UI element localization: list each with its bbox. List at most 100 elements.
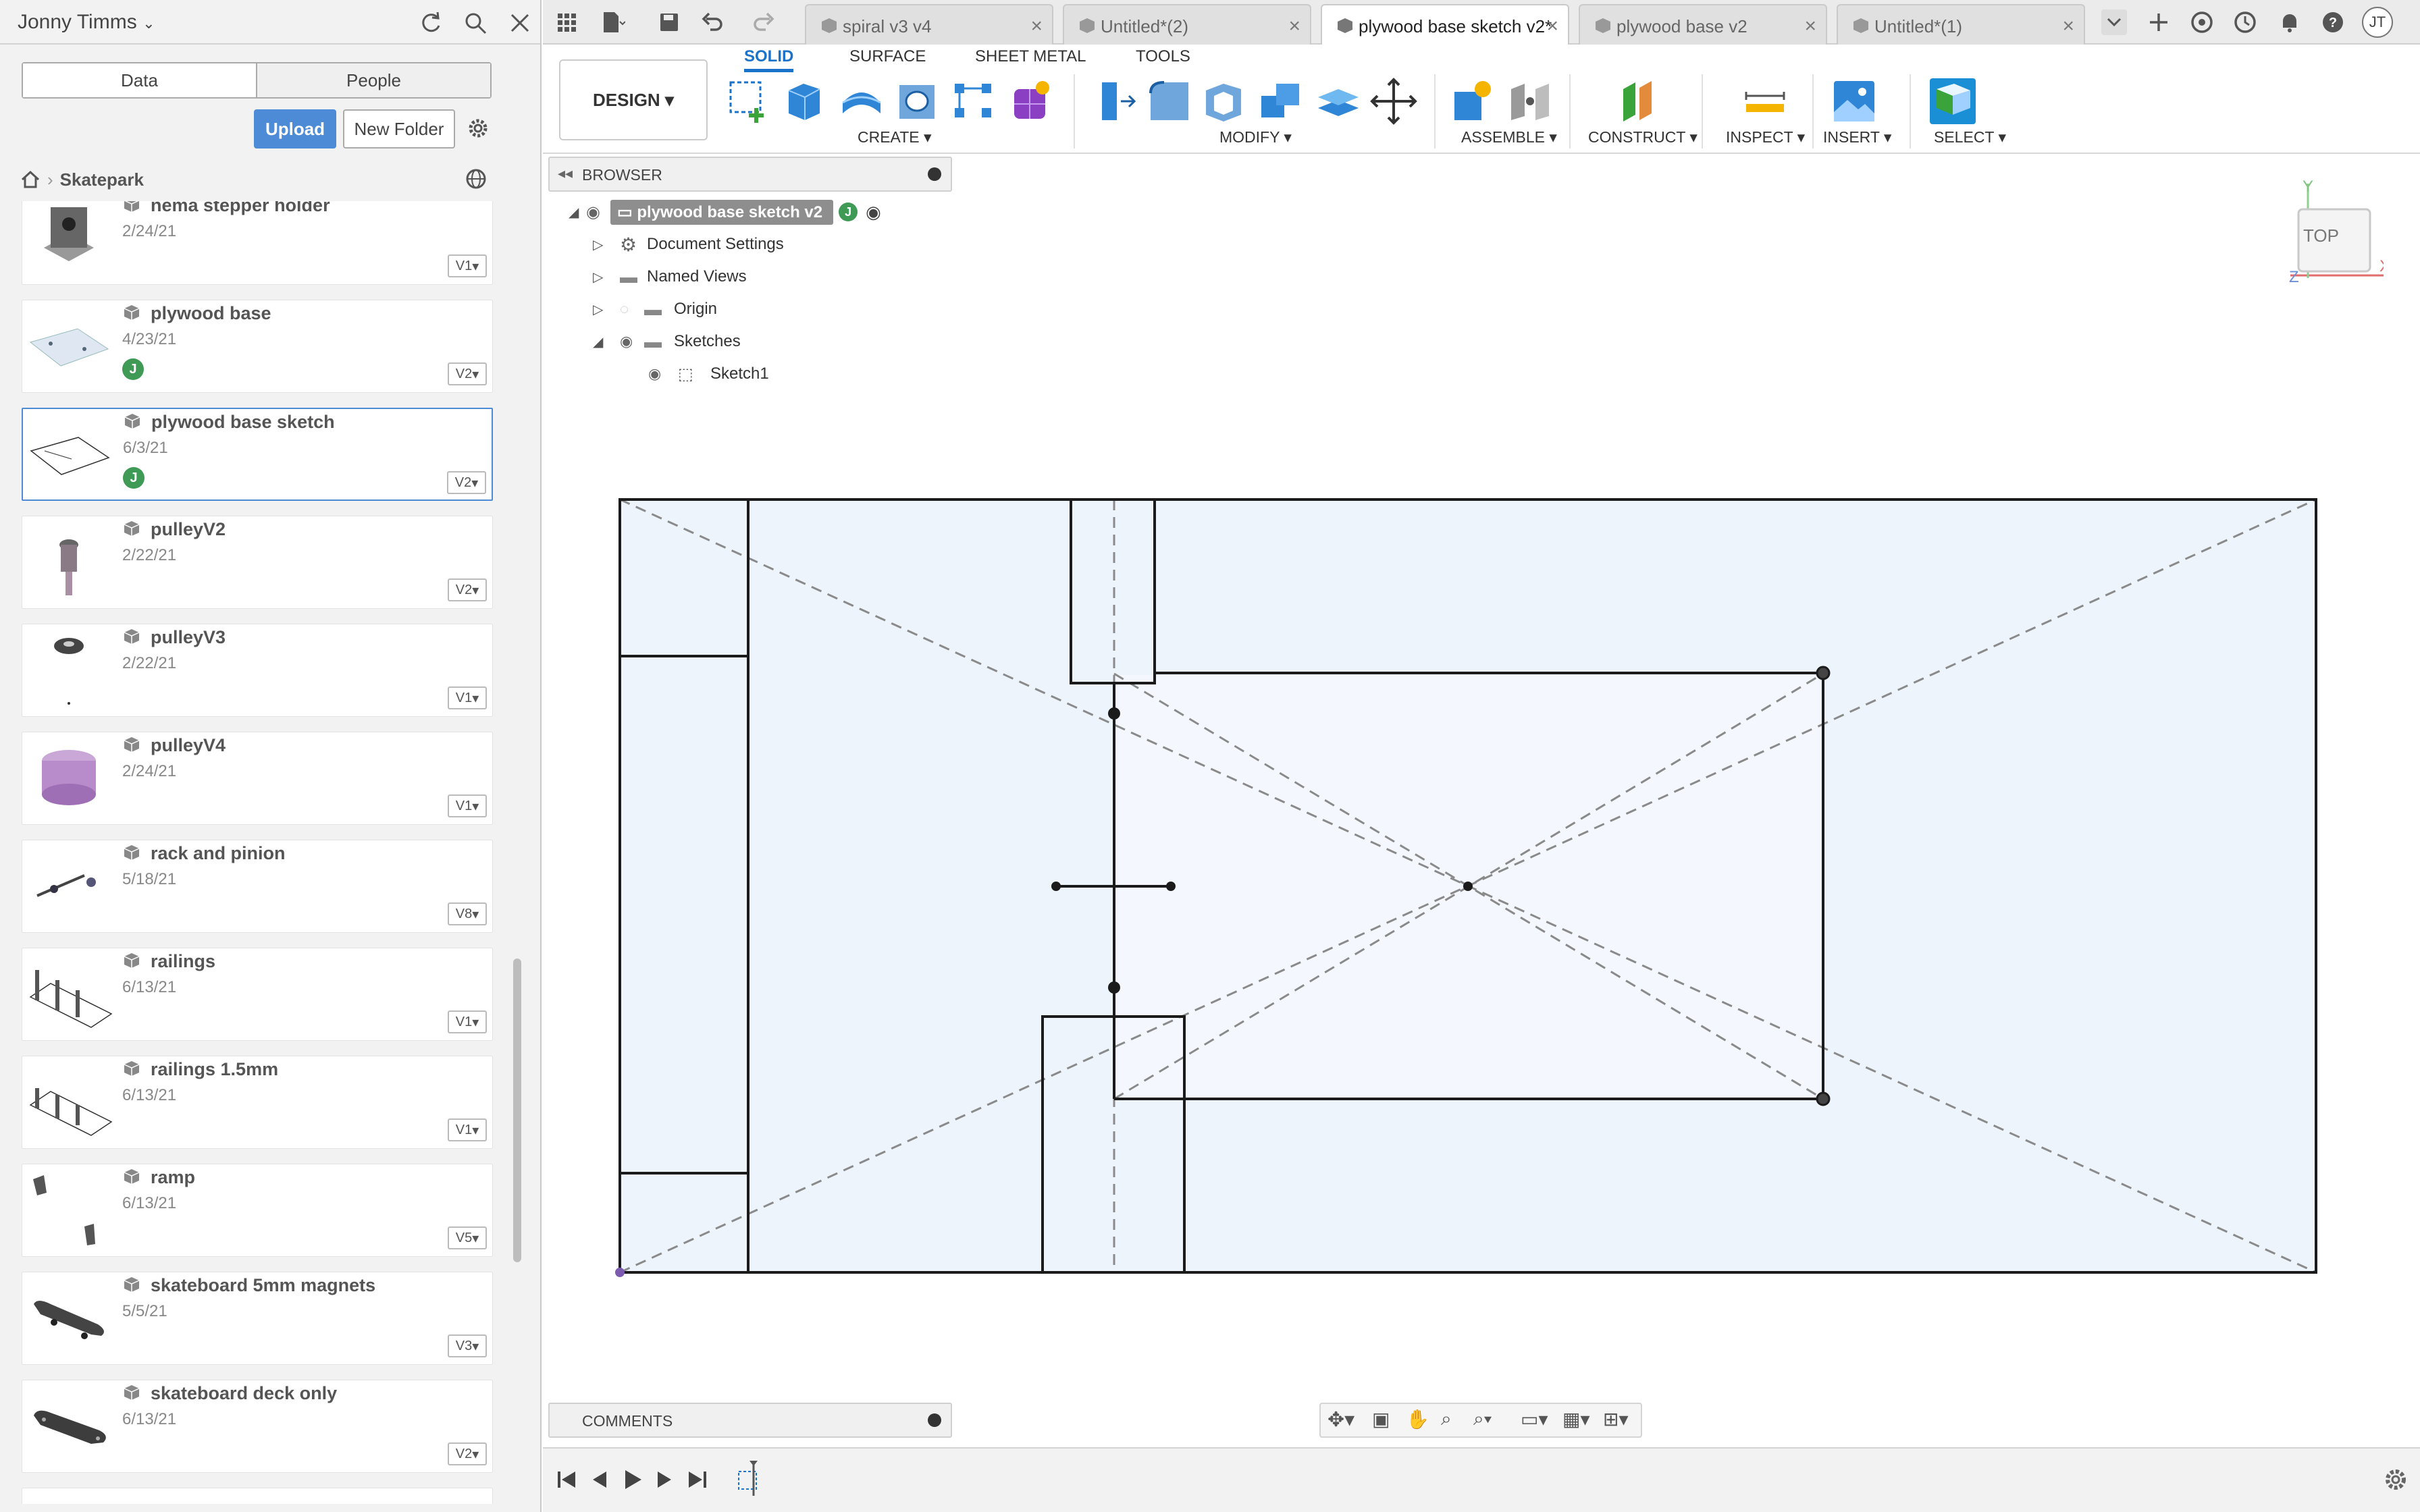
inspect-menu[interactable]: INSPECT ▾ xyxy=(1726,128,1805,146)
version-badge[interactable]: V2 ▾ xyxy=(448,578,487,601)
version-badge[interactable]: V1 ▾ xyxy=(448,794,487,817)
tree-root-row[interactable]: ◢ ◉ ▭ plywood base sketch v2 J ◉ xyxy=(569,197,881,227)
look-at-icon[interactable]: ▣ xyxy=(1372,1408,1390,1430)
globe-icon[interactable] xyxy=(465,167,488,190)
select-icon[interactable] xyxy=(1927,76,1978,127)
sketch-point[interactable] xyxy=(1816,666,1831,680)
tab-tools[interactable]: TOOLS xyxy=(1136,47,1190,66)
file-card[interactable]: skateboard 5mm magnets 5/5/21 V3 ▾ xyxy=(22,1272,493,1365)
version-badge[interactable]: V5 ▾ xyxy=(448,1226,487,1249)
press-pull-icon[interactable] xyxy=(1087,76,1138,127)
file-card[interactable]: nema stepper holder 2/24/21 V1 ▾ xyxy=(22,201,493,285)
tree-item-named-views[interactable]: ▷ ▬ Named Views xyxy=(593,262,747,292)
hole-icon[interactable] xyxy=(891,76,943,127)
new-tab-icon[interactable] xyxy=(2145,8,2173,36)
step-back-icon[interactable] xyxy=(586,1466,613,1493)
user-avatar[interactable]: JT xyxy=(2362,7,2393,38)
tree-item-sketch1[interactable]: ◉ ⬚ Sketch1 xyxy=(648,359,769,389)
extrude-icon[interactable] xyxy=(779,76,831,127)
create-menu[interactable]: CREATE ▾ xyxy=(858,128,932,146)
version-badge[interactable]: V1 ▾ xyxy=(448,254,487,277)
view-cube-label[interactable]: TOP xyxy=(2303,225,2339,246)
sketch-point[interactable] xyxy=(1166,882,1176,891)
expand-triangle-icon[interactable]: ▷ xyxy=(593,301,620,318)
design-canvas[interactable] xyxy=(543,155,2420,1451)
home-icon[interactable] xyxy=(20,169,41,190)
revolve-icon[interactable] xyxy=(836,76,887,127)
move-copy-icon[interactable] xyxy=(1368,76,1419,127)
create-sketch-icon[interactable] xyxy=(722,76,774,127)
sketch-point[interactable] xyxy=(1108,981,1120,994)
fit-icon[interactable]: ⌕▾ xyxy=(1473,1408,1492,1430)
construct-menu[interactable]: CONSTRUCT ▾ xyxy=(1588,128,1698,146)
rectangular-pattern-icon[interactable] xyxy=(948,76,999,127)
viewports-icon[interactable]: ⊞▾ xyxy=(1603,1408,1629,1430)
pan-icon[interactable]: ✋ xyxy=(1406,1408,1429,1430)
sketch-point[interactable] xyxy=(1051,882,1061,891)
tab-sheet-metal[interactable]: SHEET METAL xyxy=(975,47,1086,66)
doc-tab[interactable]: Untitled*(1) × xyxy=(1837,4,2085,45)
extensions-icon[interactable] xyxy=(2188,8,2216,36)
doc-tab[interactable]: Untitled*(2) × xyxy=(1063,4,1311,45)
joint-icon[interactable] xyxy=(1504,76,1556,127)
version-badge[interactable]: V2 ▾ xyxy=(448,362,487,385)
play-icon[interactable] xyxy=(619,1466,646,1493)
offset-plane-icon[interactable] xyxy=(1612,76,1664,127)
select-menu[interactable]: SELECT ▾ xyxy=(1934,128,2006,146)
gear-icon[interactable] xyxy=(2382,1466,2409,1493)
save-icon[interactable] xyxy=(655,8,683,36)
go-to-end-icon[interactable] xyxy=(683,1466,710,1493)
eye-icon[interactable]: ◉ xyxy=(648,365,678,383)
version-badge[interactable]: V2 ▾ xyxy=(447,471,486,494)
file-card[interactable]: rack and pinion 5/18/21 V8 ▾ xyxy=(22,840,493,933)
expand-triangle-icon[interactable]: ▷ xyxy=(593,236,620,253)
tab-data[interactable]: Data xyxy=(23,63,256,97)
version-badge[interactable]: V1 ▾ xyxy=(448,1118,487,1141)
close-icon[interactable]: × xyxy=(1288,15,1300,38)
browser-panel-header[interactable]: ◂◂ BROWSER xyxy=(548,157,952,192)
tree-item-document-settings[interactable]: ▷ ⚙ Document Settings xyxy=(593,230,784,259)
collapse-icon[interactable]: ◂◂ xyxy=(558,165,573,182)
help-icon[interactable]: ? xyxy=(2319,8,2347,36)
file-card[interactable]: pulleyV4 2/24/21 V1 ▾ xyxy=(22,732,493,825)
file-card[interactable] xyxy=(22,1488,493,1504)
undo-icon[interactable] xyxy=(698,8,727,36)
grid-settings-icon[interactable]: ▦▾ xyxy=(1562,1408,1590,1430)
shell-icon[interactable] xyxy=(1199,76,1251,127)
origin-point[interactable] xyxy=(615,1268,625,1277)
fillet-icon[interactable] xyxy=(1144,76,1195,127)
tab-overflow-icon[interactable] xyxy=(2100,8,2128,36)
file-card[interactable]: pulleyV2 2/22/21 V2 ▾ xyxy=(22,516,493,609)
zoom-icon[interactable]: ⌕ xyxy=(1441,1408,1452,1430)
close-icon[interactable]: × xyxy=(2062,15,2074,38)
offset-face-icon[interactable] xyxy=(1313,76,1364,127)
doc-tab[interactable]: plywood base v2 × xyxy=(1579,4,1827,45)
orbit-icon[interactable]: ✥▾ xyxy=(1327,1408,1354,1432)
workspace-switcher[interactable]: DESIGN ▾ xyxy=(559,59,708,140)
step-forward-icon[interactable] xyxy=(651,1466,678,1493)
version-badge[interactable]: V1 ▾ xyxy=(448,686,487,709)
app-grid-icon[interactable] xyxy=(552,8,581,36)
pin-icon[interactable] xyxy=(928,167,941,181)
upload-button[interactable]: Upload xyxy=(254,109,336,148)
radio-icon[interactable]: ◉ xyxy=(866,202,881,223)
insert-image-icon[interactable] xyxy=(1829,76,1880,127)
job-status-icon[interactable] xyxy=(2231,8,2259,36)
eye-hidden-icon[interactable]: ◌ xyxy=(620,300,644,318)
file-card[interactable]: skateboard deck only 6/13/21 V2 ▾ xyxy=(22,1380,493,1473)
tree-item-sketches[interactable]: ◢ ◉ ▬ Sketches xyxy=(593,327,741,356)
file-card[interactable]: pulleyV3 2/22/21 V1 ▾ xyxy=(22,624,493,717)
notifications-icon[interactable] xyxy=(2276,8,2304,36)
assemble-menu[interactable]: ASSEMBLE ▾ xyxy=(1461,128,1557,146)
doc-tab-active[interactable]: plywood base sketch v2* × xyxy=(1321,4,1569,45)
close-icon[interactable]: × xyxy=(1804,15,1816,38)
gear-icon[interactable] xyxy=(466,116,490,140)
file-card[interactable]: plywood base sketch 6/3/21 J V2 ▾ xyxy=(22,408,493,501)
sketch-point[interactable] xyxy=(1816,1091,1831,1106)
tab-people[interactable]: People xyxy=(256,63,490,97)
comments-panel[interactable]: COMMENTS xyxy=(548,1403,952,1438)
insert-menu[interactable]: INSERT ▾ xyxy=(1823,128,1891,146)
tree-root[interactable]: ▭ plywood base sketch v2 xyxy=(610,199,834,225)
doc-tab[interactable]: spiral v3 v4 × xyxy=(805,4,1053,45)
expand-triangle-icon[interactable]: ◢ xyxy=(593,333,620,350)
